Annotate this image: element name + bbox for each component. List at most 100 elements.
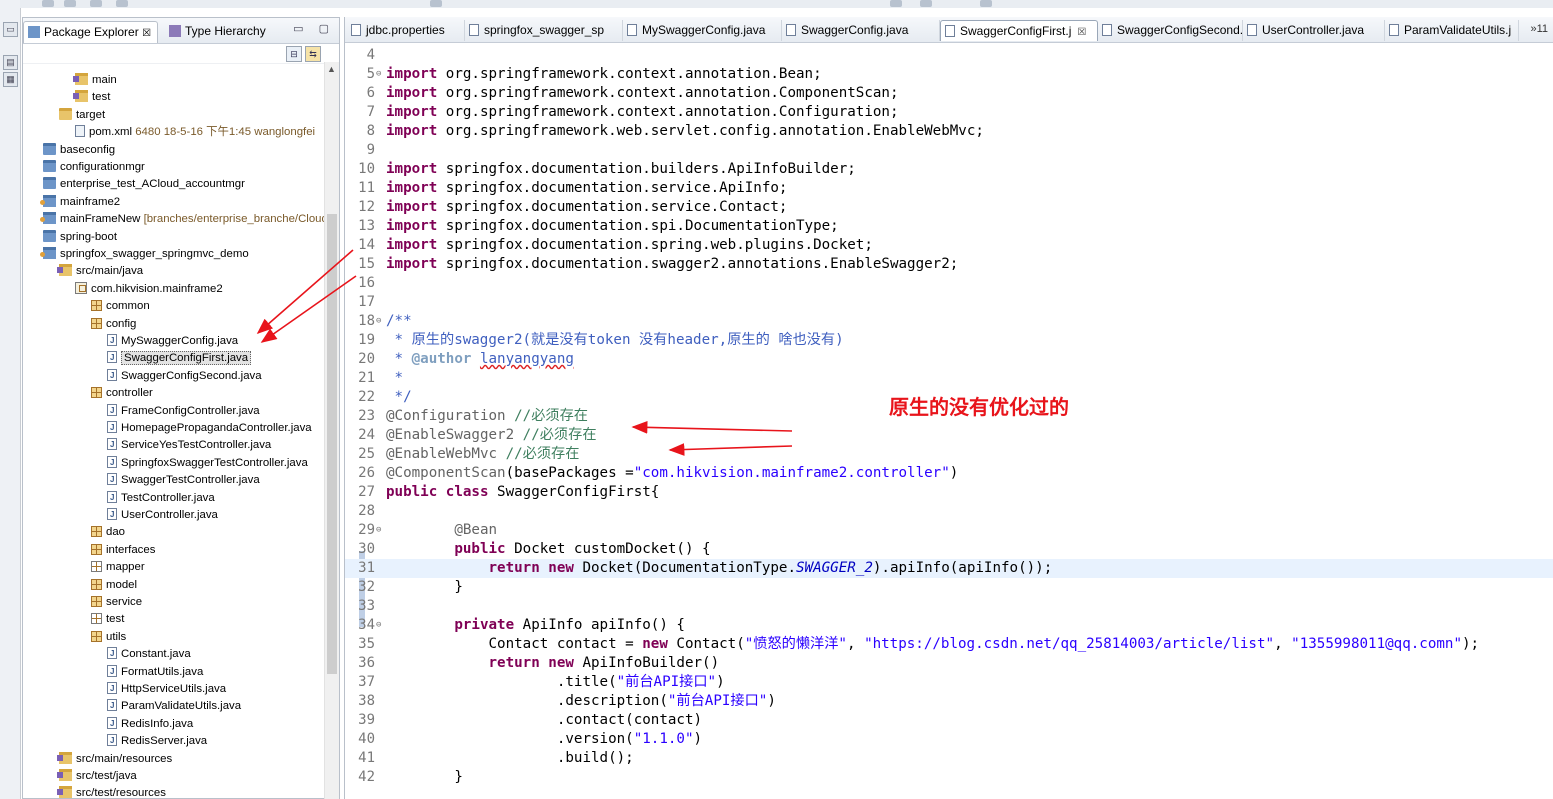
tree-scrollbar[interactable]: ▲ bbox=[324, 62, 339, 799]
tree-item[interactable]: baseconfig bbox=[43, 142, 115, 159]
tab-package-explorer[interactable]: Package Explorer ☒ bbox=[23, 21, 159, 43]
tree-item[interactable]: SwaggerConfigFirst.java bbox=[107, 349, 252, 367]
tree-item[interactable]: utils bbox=[91, 629, 126, 646]
keyword: import bbox=[386, 199, 438, 215]
tree-item-label: SwaggerConfigSecond.java bbox=[121, 369, 262, 382]
fold-icon[interactable]: ⊖ bbox=[376, 616, 381, 635]
tree-item[interactable]: FrameConfigController.java bbox=[107, 402, 260, 420]
scrollbar-thumb[interactable] bbox=[327, 214, 337, 674]
tree-item[interactable]: ServiceYesTestController.java bbox=[107, 436, 271, 454]
line-number: 33 bbox=[358, 598, 375, 614]
tree-item[interactable]: common bbox=[91, 298, 150, 315]
annotation: @EnableSwagger2 bbox=[386, 427, 515, 443]
tree-item[interactable]: SwaggerConfigSecond.java bbox=[107, 367, 262, 385]
tree-item[interactable]: SwaggerTestController.java bbox=[107, 471, 260, 489]
view-icon[interactable]: ▤ bbox=[3, 55, 18, 70]
editor-tab[interactable]: jdbc.properties bbox=[347, 20, 465, 41]
tree-item[interactable]: ParamValidateUtils.java bbox=[107, 697, 241, 715]
close-icon[interactable]: ☒ bbox=[142, 28, 151, 39]
toolbar-icon[interactable] bbox=[90, 0, 102, 7]
tree-item[interactable]: RedisServer.java bbox=[107, 732, 208, 750]
annotation: @ComponentScan bbox=[386, 465, 506, 481]
tree-item[interactable]: pom.xml 6480 18-5-16 下午1:45 wanglongfei bbox=[75, 124, 315, 141]
tab-overflow-button[interactable]: »11 bbox=[1530, 23, 1548, 35]
tree-item[interactable]: RedisInfo.java bbox=[107, 715, 193, 733]
tree-item[interactable]: dao bbox=[91, 524, 125, 541]
editor-tab[interactable]: SwaggerConfigFirst.j ☒ bbox=[940, 20, 1098, 41]
tree-item[interactable]: springfox_swagger_springmvc_demo bbox=[40, 246, 249, 263]
fold-icon[interactable]: ⊖ bbox=[376, 312, 381, 331]
tree-item[interactable]: TestController.java bbox=[107, 489, 215, 507]
tree-item[interactable]: UserController.java bbox=[107, 506, 218, 524]
tab-type-hierarchy[interactable]: Type Hierarchy bbox=[165, 21, 272, 42]
tree-item[interactable]: HttpServiceUtils.java bbox=[107, 680, 226, 698]
tree-item[interactable]: config bbox=[91, 316, 136, 333]
code-text: springfox.documentation.spring.web.plugi… bbox=[437, 237, 873, 253]
code-text: .build(); bbox=[386, 750, 634, 766]
tree-item[interactable]: test bbox=[91, 611, 124, 628]
toolbar-icon[interactable] bbox=[42, 0, 54, 7]
tree-item[interactable]: model bbox=[91, 577, 137, 594]
toolbar-icon[interactable] bbox=[64, 0, 76, 7]
tree-item[interactable]: src/test/java bbox=[57, 768, 137, 785]
code-line: 17 bbox=[345, 293, 1553, 312]
tree-item[interactable]: configurationmgr bbox=[43, 159, 145, 176]
tree-item-label: dao bbox=[106, 526, 126, 539]
tree-item[interactable]: FormatUtils.java bbox=[107, 663, 203, 681]
code-line: 30 public Docket customDocket() { bbox=[345, 540, 1553, 559]
tree-item[interactable]: controller bbox=[91, 385, 153, 402]
tree-item[interactable]: mainframe2 bbox=[40, 194, 120, 211]
code-line: 38 .description("前台API接口") bbox=[345, 692, 1553, 711]
collapse-all-icon[interactable]: ⊟ bbox=[286, 46, 302, 62]
fold-icon[interactable]: ⊖ bbox=[376, 65, 381, 84]
editor-tab[interactable]: SwaggerConfig.java bbox=[782, 20, 940, 41]
tree-item[interactable]: target bbox=[59, 107, 105, 124]
string-literal: "1355998011@qq.comn" bbox=[1291, 636, 1462, 652]
editor-tab-label: SwaggerConfigFirst.j bbox=[960, 24, 1072, 38]
line-number: 24 bbox=[358, 427, 375, 443]
view-icon-2[interactable]: ▦ bbox=[3, 72, 18, 87]
toolbar-icon[interactable] bbox=[920, 0, 932, 7]
code-area[interactable]: 4 5 ⊖ import org.springframework.context.a… bbox=[345, 43, 1553, 799]
tree-item-label: RedisServer.java bbox=[121, 735, 208, 748]
editor-tab[interactable]: SwaggerConfigSecond. bbox=[1098, 20, 1243, 41]
tree-item[interactable]: main bbox=[73, 72, 117, 89]
tree-item[interactable]: interfaces bbox=[91, 542, 155, 559]
tree-item[interactable]: HomepagePropagandaController.java bbox=[107, 419, 312, 437]
tree-item[interactable]: spring-boot bbox=[43, 229, 117, 246]
tree-item-label: target bbox=[76, 108, 106, 121]
java-file-icon bbox=[1247, 24, 1257, 36]
restore-icon[interactable]: ▭ bbox=[3, 22, 18, 37]
tree-item[interactable]: Constant.java bbox=[107, 645, 191, 663]
link-with-editor-icon[interactable]: ⇆ bbox=[305, 46, 321, 62]
code-text: .description( bbox=[386, 693, 668, 709]
toolbar-icon[interactable] bbox=[116, 0, 128, 7]
fold-icon[interactable]: ⊖ bbox=[376, 521, 381, 540]
tree-item[interactable]: test bbox=[73, 89, 110, 106]
tree-item[interactable]: MySwaggerConfig.java bbox=[107, 332, 238, 350]
toolbar-icon[interactable] bbox=[890, 0, 902, 7]
toolbar-icon[interactable] bbox=[980, 0, 992, 7]
tree-item[interactable]: src/main/java bbox=[57, 263, 143, 280]
close-icon[interactable]: ☒ bbox=[1077, 27, 1086, 38]
toolbar-icon[interactable] bbox=[430, 0, 442, 7]
tree-item[interactable]: src/test/resources bbox=[57, 785, 166, 799]
tree-item[interactable]: SpringfoxSwaggerTestController.java bbox=[107, 454, 308, 472]
editor-tab[interactable]: ParamValidateUtils.j bbox=[1385, 20, 1519, 41]
tree-item[interactable]: mainFrameNew [branches/enterprise_branch… bbox=[40, 211, 328, 228]
line-number: 35 bbox=[358, 636, 375, 652]
tree-item[interactable]: com.hikvision.mainframe2 bbox=[75, 281, 223, 298]
tree-item[interactable]: mapper bbox=[91, 559, 145, 576]
package-icon bbox=[91, 630, 102, 642]
scroll-up-icon[interactable]: ▲ bbox=[327, 64, 336, 74]
editor-tab[interactable]: springfox_swagger_sp bbox=[465, 20, 623, 41]
minimize-maximize-icon[interactable]: ▭ ▢ bbox=[293, 22, 335, 35]
editor-tab[interactable]: UserController.java bbox=[1243, 20, 1385, 41]
string-literal: "com.hikvision.mainframe2.controller" bbox=[633, 465, 950, 481]
tree-item[interactable]: src/main/resources bbox=[57, 751, 172, 768]
editor-tab[interactable]: MySwaggerConfig.java bbox=[623, 20, 782, 41]
tree-item[interactable]: service bbox=[91, 594, 142, 611]
tree-item[interactable]: enterprise_test_ACloud_accountmgr bbox=[43, 176, 245, 193]
